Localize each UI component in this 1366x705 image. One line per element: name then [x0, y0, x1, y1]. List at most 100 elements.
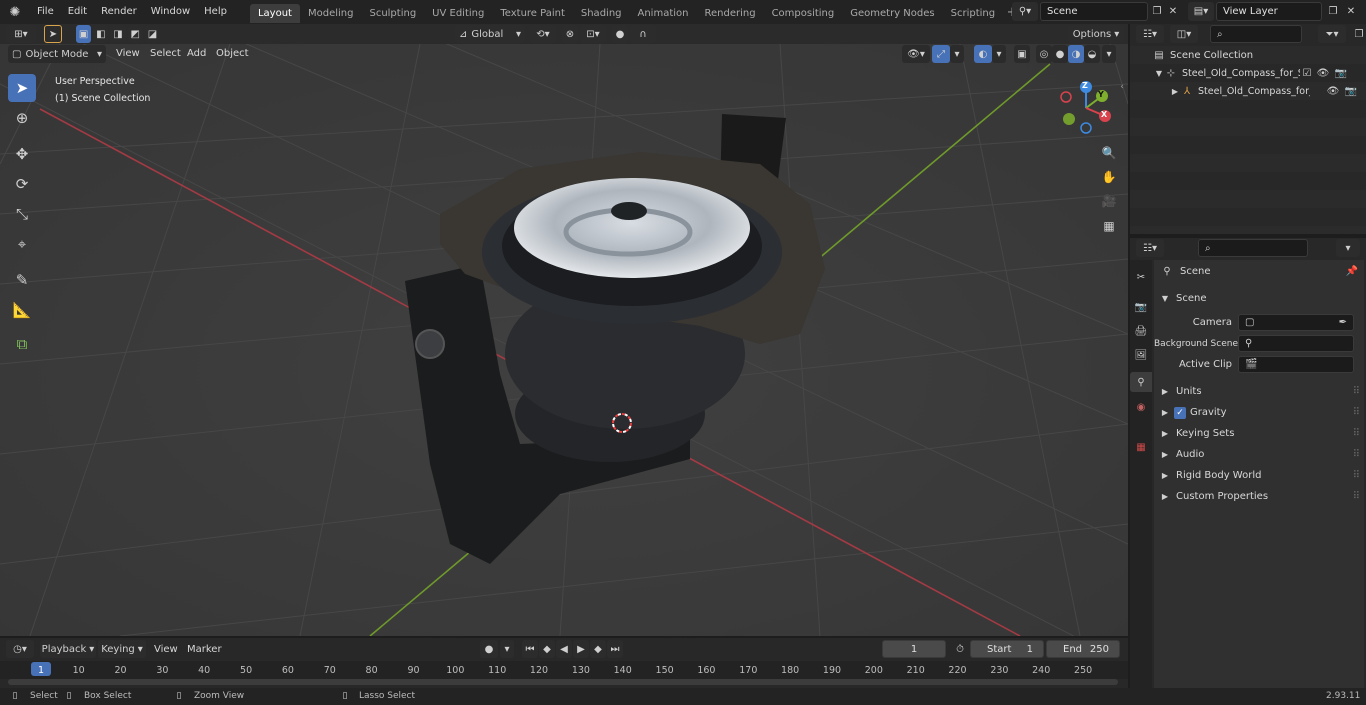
render-tab-icon[interactable]: 📷	[1133, 298, 1149, 316]
mode-dropdown[interactable]: ▢ Object Mode ▾	[8, 45, 106, 63]
current-frame-field[interactable]: 1	[882, 640, 946, 658]
overlay-toggle[interactable]: ◐	[974, 45, 992, 63]
tab-compositing[interactable]: Compositing	[764, 4, 843, 23]
tab-shading[interactable]: Shading	[573, 4, 630, 23]
visibility-dropdown[interactable]: 👁▾	[902, 45, 930, 63]
units-panel-header[interactable]: ▶ Units ⠿	[1154, 381, 1364, 402]
blender-logo-icon[interactable]: ✺	[0, 0, 30, 24]
eyedropper-icon[interactable]: ✒	[1339, 317, 1347, 328]
scene-section-header[interactable]: ▼ Scene	[1154, 288, 1364, 308]
scale-tool-icon[interactable]: ⤡	[8, 200, 36, 228]
jump-next-keyframe-button[interactable]: ◆	[590, 640, 606, 658]
keying-sets-panel-header[interactable]: ▶ Keying Sets ⠿	[1154, 423, 1364, 444]
tab-texture-paint[interactable]: Texture Paint	[492, 4, 573, 23]
select-intersect-icon[interactable]: ◪	[144, 25, 161, 43]
gizmo-toggle[interactable]: ⤢	[932, 45, 950, 63]
stopwatch-icon[interactable]: ⏱	[952, 641, 968, 657]
properties-search-input[interactable]: ⌕	[1198, 239, 1308, 257]
eye-icon[interactable]: 👁	[1324, 86, 1342, 97]
xray-toggle[interactable]: ▣	[1014, 45, 1030, 63]
auto-keying-toggle[interactable]: ●	[480, 640, 498, 658]
timeline-view-menu[interactable]: View	[154, 644, 178, 655]
outliner-row-root[interactable]: ▤ Scene Collection	[1130, 46, 1366, 64]
menu-help[interactable]: Help	[197, 0, 234, 24]
perspective-toggle-icon[interactable]: ▦	[1099, 216, 1119, 236]
menu-window[interactable]: Window	[144, 0, 197, 24]
transform-tool-icon[interactable]: ⌖	[8, 230, 36, 258]
sidebar-toggle-icon[interactable]: ‹	[1117, 80, 1127, 94]
select-extend-icon[interactable]: ◧	[93, 25, 109, 43]
camera-field[interactable]: ▢ ✒	[1238, 314, 1354, 331]
audio-panel-header[interactable]: ▶ Audio ⠿	[1154, 444, 1364, 465]
measure-tool-icon[interactable]: 📐	[8, 296, 36, 324]
play-button[interactable]: ▶	[573, 640, 589, 658]
camera-view-icon[interactable]: 🎥	[1099, 191, 1119, 211]
eye-icon[interactable]: 👁	[1314, 68, 1332, 79]
outliner-row-object-2[interactable]: ▶ ⅄ Steel_Old_Compass_for_ 👁 📷	[1130, 82, 1366, 100]
editor-type-button[interactable]: ⊞▾	[6, 25, 36, 43]
outliner-row-object-1[interactable]: ▼ ⊹ Steel_Old_Compass_for_Ship_ ☑ 👁 📷	[1130, 64, 1366, 82]
background-scene-field[interactable]: ⚲	[1238, 335, 1354, 352]
tab-rendering[interactable]: Rendering	[696, 4, 763, 23]
new-scene-icon[interactable]: ❐	[1150, 3, 1164, 19]
pan-view-icon[interactable]: ✋	[1099, 167, 1119, 187]
start-frame-field[interactable]: Start 1	[970, 640, 1044, 658]
view-layer-field[interactable]: View Layer	[1216, 2, 1322, 21]
scene-name-field[interactable]: Scene	[1040, 2, 1148, 21]
rotate-tool-icon[interactable]: ⟳	[8, 170, 36, 198]
annotate-tool-icon[interactable]: ✎	[8, 266, 36, 294]
active-clip-field[interactable]: 🎬	[1238, 356, 1354, 373]
outliner-display-mode-button[interactable]: ◫▾	[1170, 25, 1198, 43]
move-tool-icon[interactable]: ✥	[8, 140, 36, 168]
auto-keying-dropdown[interactable]: ▾	[500, 640, 514, 658]
drag-handle-icon[interactable]: ⠿	[1353, 491, 1360, 502]
select-new-icon[interactable]: ▣	[76, 25, 92, 43]
tab-uv-editing[interactable]: UV Editing	[424, 4, 492, 23]
menu-render[interactable]: Render	[94, 0, 144, 24]
scene-selector-button[interactable]: ⚲▾	[1012, 2, 1038, 21]
tab-animation[interactable]: Animation	[630, 4, 697, 23]
scene-tab-icon[interactable]: ⚲	[1130, 372, 1152, 392]
jump-end-button[interactable]: ⏭	[607, 640, 623, 658]
texture-tab-icon[interactable]: ▦	[1133, 438, 1149, 456]
drag-handle-icon[interactable]: ⠿	[1353, 407, 1360, 418]
select-tool-button[interactable]: ➤	[44, 25, 62, 43]
select-invert-icon[interactable]: ◩	[127, 25, 143, 43]
outliner-search-input[interactable]: ⌕	[1210, 25, 1302, 43]
options-dropdown[interactable]: Options ▾	[1068, 25, 1124, 43]
playback-menu[interactable]: Playback ▾	[40, 640, 96, 658]
tool-settings-tab-icon[interactable]: ✂	[1133, 268, 1149, 286]
tab-sculpting[interactable]: Sculpting	[361, 4, 424, 23]
menu-view[interactable]: View	[116, 48, 140, 59]
jump-start-button[interactable]: ⏮	[522, 640, 538, 658]
timeline-editor-type-button[interactable]: ◷▾	[6, 640, 34, 658]
checkbox-checked-icon[interactable]: ☑	[1300, 68, 1314, 79]
drag-handle-icon[interactable]: ⠿	[1353, 449, 1360, 460]
jump-prev-keyframe-button[interactable]: ◆	[539, 640, 555, 658]
tab-geometry-nodes[interactable]: Geometry Nodes	[842, 4, 942, 23]
view-layer-selector-button[interactable]: ▤▾	[1188, 2, 1214, 21]
camera-render-icon[interactable]: 📷	[1332, 68, 1350, 79]
properties-editor-type-button[interactable]: ☷▾	[1136, 239, 1164, 257]
play-reverse-button[interactable]: ◀	[556, 640, 572, 658]
menu-select[interactable]: Select	[150, 48, 181, 59]
tab-modeling[interactable]: Modeling	[300, 4, 362, 23]
expand-chevron-icon[interactable]: ▶	[1170, 87, 1180, 96]
pin-icon[interactable]: 📌	[1346, 266, 1358, 277]
delete-view-layer-icon[interactable]: ✕	[1344, 3, 1358, 19]
shading-dropdown[interactable]: ▾	[1102, 45, 1116, 63]
cursor-tool-icon[interactable]: ⊕	[8, 104, 36, 132]
navigation-gizmo[interactable]: Z Y X	[1058, 78, 1118, 138]
world-tab-icon[interactable]: ◉	[1133, 398, 1149, 416]
new-view-layer-icon[interactable]: ❐	[1326, 3, 1340, 19]
drag-handle-icon[interactable]: ⠿	[1353, 470, 1360, 481]
menu-file[interactable]: File	[30, 0, 61, 24]
outliner-editor-type-button[interactable]: ☷▾	[1136, 25, 1164, 43]
menu-object[interactable]: Object	[216, 48, 249, 59]
gravity-checkbox[interactable]: ✓	[1174, 406, 1186, 419]
expand-chevron-icon[interactable]: ▼	[1154, 69, 1164, 78]
shading-wireframe-button[interactable]: ◎	[1036, 45, 1052, 63]
shading-material-button[interactable]: ◑	[1068, 45, 1084, 63]
add-cube-tool-icon[interactable]: ⧉	[8, 330, 36, 358]
proportional-edit-toggle[interactable]: ●	[612, 25, 628, 43]
